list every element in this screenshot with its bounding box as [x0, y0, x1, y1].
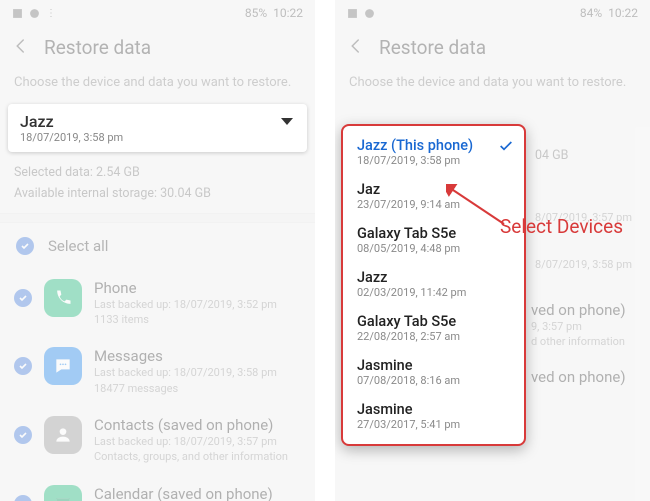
item-sub: Last backed up: 18/07/2019, 3:58 pm: [94, 365, 301, 380]
title-bar: Restore data: [0, 22, 315, 75]
page-title: Restore data: [44, 36, 151, 59]
select-all-row[interactable]: Select all: [0, 223, 315, 269]
select-all-label: Select all: [48, 237, 108, 255]
dropdown-item-date: 18/07/2019, 3:58 pm: [357, 154, 510, 167]
phone-left: ⋮ 85% 10:22 Restore data Choose the devi…: [0, 0, 315, 501]
status-time: 10:22: [273, 6, 303, 20]
checkbox-icon[interactable]: [16, 237, 34, 255]
dropdown-item[interactable]: Jazz 02/03/2019, 11:42 pm: [343, 262, 524, 306]
dropdown-item-date: 02/03/2019, 11:42 pm: [357, 286, 510, 299]
dropdown-arrow-icon: [281, 118, 293, 125]
notif-dots: ⋮: [46, 8, 56, 19]
item-sub: Contacts, groups, and other information: [94, 449, 301, 464]
storage-info: Selected data: 2.54 GB Available interna…: [0, 162, 315, 205]
checkbox-icon[interactable]: [14, 426, 32, 444]
item-sub: Last backed up: 18/07/2019, 3:52 pm: [94, 297, 301, 312]
item-title: Contacts (saved on phone): [94, 416, 301, 434]
battery-percent: 85%: [245, 6, 267, 20]
phone-icon: [44, 279, 82, 317]
list-item[interactable]: Contacts (saved on phone) Last backed up…: [0, 406, 315, 475]
checkbox-icon[interactable]: [14, 289, 32, 307]
item-sub: 18477 messages: [94, 381, 301, 396]
messages-icon: [44, 347, 82, 385]
checkbox-icon[interactable]: [14, 495, 32, 501]
phone-right: 84% 10:22 Restore data Choose the device…: [335, 0, 650, 501]
annotation-arrow-icon: [446, 184, 506, 226]
contacts-icon: [44, 416, 82, 454]
check-icon: [498, 138, 514, 154]
partial-text: ved on phone): [531, 301, 636, 319]
dropdown-item-name: Jazz (This phone): [357, 137, 510, 154]
selector-name: Jazz: [20, 112, 295, 131]
dropdown-item[interactable]: Jasmine 07/08/2018, 8:16 am: [343, 350, 524, 394]
item-title: Calendar (saved on phone): [94, 485, 301, 501]
restore-list: Phone Last backed up: 18/07/2019, 3:52 p…: [0, 269, 315, 501]
dropdown-item-date: 07/08/2018, 8:16 am: [357, 374, 510, 387]
battery-percent: 84%: [580, 6, 602, 20]
device-selector[interactable]: Jazz 18/07/2019, 3:58 pm: [8, 104, 307, 152]
selector-date: 18/07/2019, 3:58 pm: [20, 131, 295, 144]
page-subtitle: Choose the device and data you want to r…: [0, 75, 315, 102]
dropdown-item-name: Jasmine: [357, 401, 510, 418]
list-item[interactable]: Calendar (saved on phone) Last backed up…: [0, 475, 315, 501]
status-bar: 84% 10:22: [335, 0, 650, 22]
status-bar: ⋮ 85% 10:22: [0, 0, 315, 22]
device-dropdown[interactable]: Jazz (This phone) 18/07/2019, 3:58 pm Ja…: [341, 124, 526, 446]
list-item[interactable]: Phone Last backed up: 18/07/2019, 3:52 p…: [0, 269, 315, 338]
dropdown-item-name: Galaxy Tab S5e: [357, 225, 510, 242]
partial-text: d other information: [531, 334, 636, 349]
item-sub: Last backed up: 18/07/2019, 3:57 pm: [94, 434, 301, 449]
item-sub: 1133 items: [94, 312, 301, 327]
dropdown-item-date: 22/08/2018, 2:57 am: [357, 330, 510, 343]
dropdown-item-name: Jazz: [357, 269, 510, 286]
item-title: Messages: [94, 347, 301, 365]
dropdown-item[interactable]: Jasmine 27/03/2017, 5:41 pm: [343, 394, 524, 438]
dropdown-item-name: Galaxy Tab S5e: [357, 313, 510, 330]
notif-icon: [364, 8, 375, 19]
page-subtitle: Choose the device and data you want to r…: [335, 75, 650, 102]
dropdown-item[interactable]: Jazz (This phone) 18/07/2019, 3:58 pm: [343, 130, 524, 174]
dropdown-item-name: Jasmine: [357, 357, 510, 374]
list-item[interactable]: Messages Last backed up: 18/07/2019, 3:5…: [0, 337, 315, 406]
title-bar: Restore data: [335, 22, 650, 75]
available-storage-text: Available internal storage: 30.04 GB: [14, 183, 301, 204]
status-time: 10:22: [608, 6, 638, 20]
page-title: Restore data: [379, 36, 486, 59]
item-title: Phone: [94, 279, 301, 297]
calendar-icon: [44, 485, 82, 501]
partial-text: 9, 3:57 pm: [531, 319, 636, 334]
dropdown-item-date: 27/03/2017, 5:41 pm: [357, 418, 510, 431]
partial-text: 04 GB: [535, 148, 636, 163]
dropdown-item-date: 08/05/2019, 4:48 pm: [357, 242, 510, 255]
back-icon[interactable]: [347, 37, 365, 59]
partial-text: ved on phone): [531, 368, 636, 386]
selected-data-text: Selected data: 2.54 GB: [14, 162, 301, 183]
notif-icon: [29, 8, 40, 19]
annotation-label: Select Devices: [500, 215, 623, 238]
notif-icon: [12, 8, 23, 19]
notif-icon: [347, 8, 358, 19]
checkbox-icon[interactable]: [14, 357, 32, 375]
dropdown-item[interactable]: Galaxy Tab S5e 22/08/2018, 2:57 am: [343, 306, 524, 350]
partial-text: 8/07/2019, 3:58 pm: [535, 258, 636, 271]
back-icon[interactable]: [12, 37, 30, 59]
